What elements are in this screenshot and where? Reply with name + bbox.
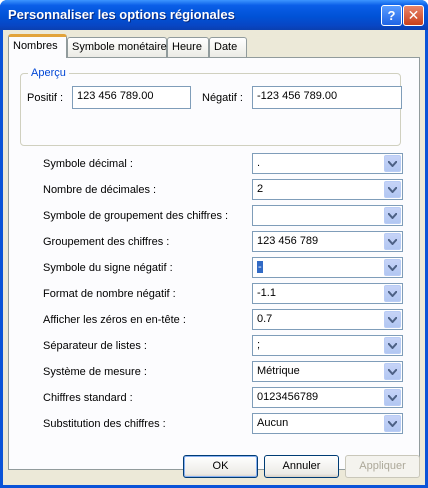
list-separator-label: Séparateur de listes : — [43, 340, 147, 352]
tab-label: Symbole monétaire — [72, 41, 167, 53]
measurement-system-combo[interactable]: Métrique — [252, 361, 403, 382]
tab-label: Nombres — [13, 40, 58, 52]
leading-zeros-combo[interactable]: 0.7 — [252, 309, 403, 330]
decimal-count-label: Nombre de décimales : — [43, 184, 157, 196]
apply-button[interactable]: Appliquer — [345, 455, 420, 478]
list-separator-combo[interactable]: ; — [252, 335, 403, 356]
chevron-down-icon[interactable] — [384, 285, 401, 302]
tab-label: Heure — [172, 41, 202, 53]
chevron-down-icon[interactable] — [384, 363, 401, 380]
decimal-symbol-combo[interactable]: . — [252, 153, 403, 174]
tab-date[interactable]: Date — [209, 37, 247, 57]
negative-preview-field: -123 456 789.00 — [252, 86, 402, 109]
combo-value: 0.7 — [257, 313, 273, 325]
dialog-client: Nombres Symbole monétaire Heure Date Ape… — [3, 30, 425, 485]
positive-preview-field: 123 456 789.00 — [72, 86, 191, 109]
negative-sign-label: Symbole du signe négatif : — [43, 262, 173, 274]
dialog-window: Personnaliser les options régionales ? ✕… — [0, 0, 428, 488]
digit-substitution-label: Substitution des chiffres : — [43, 418, 166, 430]
leading-zeros-label: Afficher les zéros en en-tête : — [43, 314, 186, 326]
chevron-down-icon[interactable] — [384, 181, 401, 198]
measurement-system-label: Système de mesure : — [43, 366, 147, 378]
chevron-down-icon[interactable] — [384, 233, 401, 250]
standard-digits-label: Chiffres standard : — [43, 392, 133, 404]
chevron-down-icon[interactable] — [384, 155, 401, 172]
combo-value: - — [257, 261, 263, 273]
digit-grouping-combo[interactable]: 123 456 789 — [252, 231, 403, 252]
combo-value: 2 — [257, 183, 264, 195]
chevron-down-icon[interactable] — [384, 311, 401, 328]
chevron-down-icon[interactable] — [384, 207, 401, 224]
decimal-count-combo[interactable]: 2 — [252, 179, 403, 200]
grouping-symbol-combo[interactable] — [252, 205, 403, 226]
combo-value: -1.1 — [257, 287, 276, 299]
close-button[interactable]: ✕ — [403, 5, 424, 26]
tab-heure[interactable]: Heure — [167, 37, 209, 57]
negative-sign-combo[interactable]: - — [252, 257, 403, 278]
chevron-down-icon[interactable] — [384, 389, 401, 406]
digit-grouping-label: Groupement des chiffres : — [43, 236, 170, 248]
negative-label: Négatif : — [202, 92, 243, 104]
window-title: Personnaliser les options régionales — [8, 7, 235, 22]
tab-symbole-monetaire[interactable]: Symbole monétaire — [67, 37, 167, 57]
grouping-symbol-label: Symbole de groupement des chiffres : — [43, 210, 229, 222]
negative-format-combo[interactable]: -1.1 — [252, 283, 403, 304]
standard-digits-combo[interactable]: 0123456789 — [252, 387, 403, 408]
tab-label: Date — [214, 41, 238, 53]
ok-button[interactable]: OK — [183, 455, 258, 478]
preview-group-label: Aperçu — [28, 67, 69, 79]
chevron-down-icon[interactable] — [384, 337, 401, 354]
chevron-down-icon[interactable] — [384, 259, 401, 276]
cancel-button[interactable]: Annuler — [264, 455, 339, 478]
combo-value: 0123456789 — [257, 391, 319, 403]
positive-label: Positif : — [27, 92, 64, 104]
tab-nombres[interactable]: Nombres — [8, 34, 67, 58]
help-button[interactable]: ? — [381, 5, 402, 26]
combo-value: . — [257, 157, 261, 169]
chevron-down-icon[interactable] — [384, 415, 401, 432]
negative-format-label: Format de nombre négatif : — [43, 288, 176, 300]
combo-value: Aucun — [257, 417, 289, 429]
combo-value: ; — [257, 339, 261, 351]
digit-substitution-combo[interactable]: Aucun — [252, 413, 403, 434]
combo-value: Métrique — [257, 365, 300, 377]
decimal-symbol-label: Symbole décimal : — [43, 158, 133, 170]
preview-group — [20, 73, 401, 146]
combo-value: 123 456 789 — [257, 235, 319, 247]
title-bar[interactable]: Personnaliser les options régionales ? ✕ — [0, 0, 428, 30]
